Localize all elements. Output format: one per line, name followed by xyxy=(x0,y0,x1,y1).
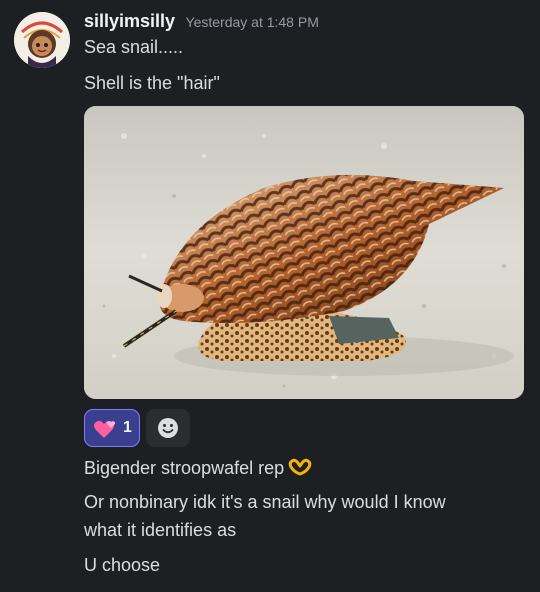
heart-hands-emoji xyxy=(288,458,312,476)
reaction-two-hearts[interactable]: 1 xyxy=(84,409,140,447)
message-header: sillyimsilly Yesterday at 1:48 PM xyxy=(84,11,319,35)
timestamp[interactable]: Yesterday at 1:48 PM xyxy=(186,14,319,30)
message-line: Sea snail..... xyxy=(84,37,184,57)
followup-line: U choose xyxy=(84,555,161,575)
two-hearts-emoji xyxy=(94,420,116,438)
followup-text: Bigender stroopwafel rep xyxy=(84,458,285,478)
avatar[interactable] xyxy=(14,12,70,68)
add-reaction-button[interactable] xyxy=(146,409,190,447)
followup-line: Or nonbinary idk it's a snail why would … xyxy=(84,492,446,512)
message-line: Shell is the "hair" xyxy=(84,73,220,93)
add-reaction-smiley-icon xyxy=(158,418,178,438)
followup-line: what it identifies as xyxy=(84,520,237,540)
image-attachment[interactable] xyxy=(84,106,524,399)
avatar-icon xyxy=(14,12,70,68)
followup-line: Bigender stroopwafel rep xyxy=(84,458,312,479)
message: sillyimsilly Yesterday at 1:48 PM Sea sn… xyxy=(0,0,540,592)
username[interactable]: sillyimsilly xyxy=(84,11,175,31)
reaction-count: 1 xyxy=(123,419,132,436)
sea-snail-image xyxy=(84,106,524,399)
